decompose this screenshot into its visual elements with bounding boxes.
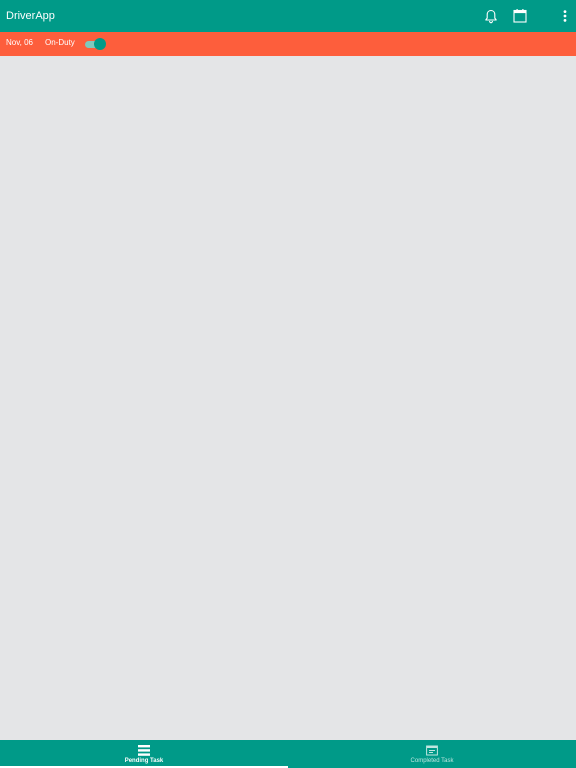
calendar-button[interactable]	[510, 6, 530, 26]
duty-status-label: On-Duty	[45, 38, 75, 47]
task-list-area	[0, 56, 576, 740]
bell-icon	[485, 9, 497, 23]
more-options-button[interactable]	[556, 6, 574, 26]
app-bar: DriverApp	[0, 0, 576, 32]
list-icon	[138, 745, 150, 756]
status-date: Nov, 06	[6, 38, 33, 47]
duty-status-bar: Nov, 06 On-Duty	[0, 32, 576, 56]
tab-pending-task[interactable]: Pending Task	[0, 740, 288, 768]
tab-completed-task[interactable]: Completed Task	[288, 740, 576, 768]
more-vertical-icon	[563, 10, 567, 22]
notifications-button[interactable]	[481, 6, 501, 26]
duty-toggle[interactable]	[84, 38, 106, 50]
app-title: DriverApp	[6, 10, 55, 22]
tab-pending-task-label: Pending Task	[124, 758, 164, 764]
duty-toggle-thumb	[94, 38, 106, 50]
completed-task-icon	[426, 745, 438, 756]
bottom-nav: Pending Task Completed Task	[0, 740, 576, 768]
calendar-icon	[513, 9, 527, 23]
tab-completed-task-label: Completed Task	[410, 758, 454, 764]
